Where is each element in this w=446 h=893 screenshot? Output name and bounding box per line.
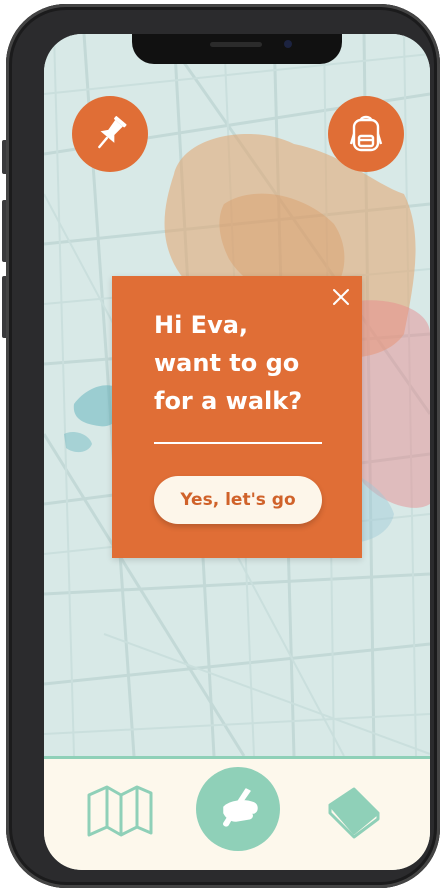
greeting-line-3: for a walk? (154, 387, 303, 415)
phone-screen: Hi Eva, want to go for a walk? Yes, let'… (44, 34, 430, 870)
walk-invitation-popup: Hi Eva, want to go for a walk? Yes, let'… (112, 276, 362, 558)
tab-map[interactable] (84, 779, 156, 843)
earpiece-speaker (210, 42, 262, 47)
phone-notch (132, 34, 342, 64)
popup-greeting: Hi Eva, want to go for a walk? (154, 306, 344, 420)
backpack-button[interactable] (328, 96, 404, 172)
map-icon (87, 785, 153, 837)
popup-divider (154, 442, 322, 444)
close-icon (333, 289, 349, 305)
hand-paintbrush-icon (223, 788, 258, 827)
front-camera (284, 40, 292, 48)
book-icon (328, 787, 380, 839)
pin-button[interactable] (72, 96, 148, 172)
phone-frame: Hi Eva, want to go for a walk? Yes, let'… (6, 4, 440, 888)
backpack-icon (349, 115, 383, 152)
close-button[interactable] (330, 286, 352, 308)
bottom-tab-bar (44, 756, 430, 870)
tab-book[interactable] (320, 779, 388, 843)
greeting-line-2: want to go (154, 349, 300, 377)
stage: Hi Eva, want to go for a walk? Yes, let'… (0, 0, 446, 893)
greeting-line-1: Hi Eva, (154, 311, 249, 339)
tab-draw[interactable] (196, 767, 280, 851)
pushpin-icon (98, 116, 127, 149)
accept-walk-button[interactable]: Yes, let's go (154, 476, 322, 524)
